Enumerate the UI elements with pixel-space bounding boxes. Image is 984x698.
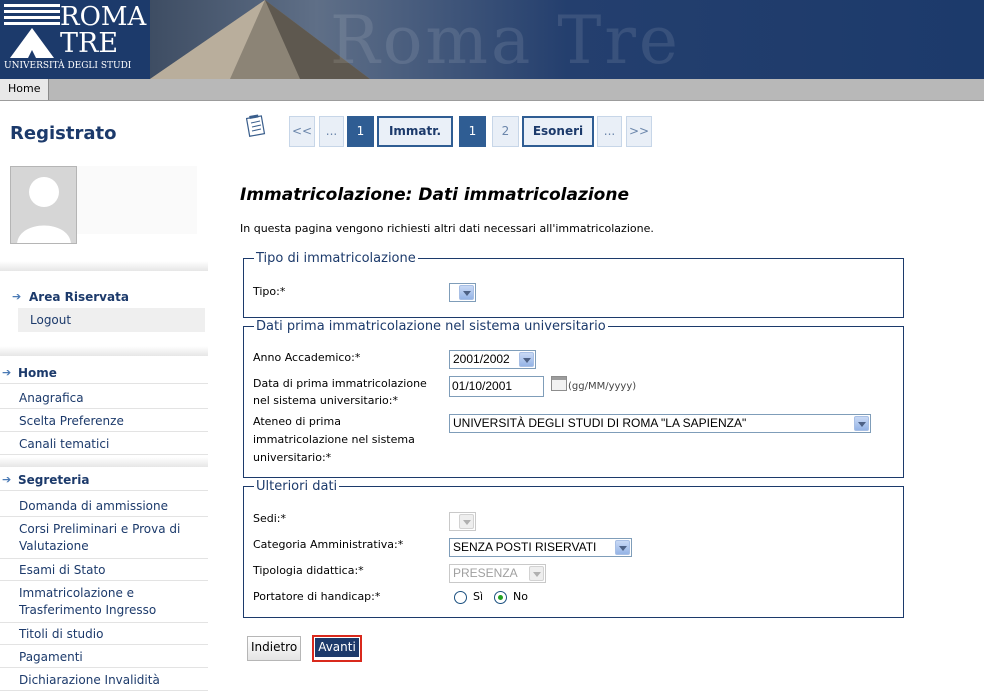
sidebar-item-scelta-preferenze[interactable]: Scelta Preferenze — [0, 410, 208, 432]
university-logo[interactable]: ROMA TRE UNIVERSITÀ DEGLI STUDI — [0, 0, 146, 79]
ateneo-label-line1: Ateneo di prima — [253, 415, 341, 428]
sidebar-item-label: Segreteria — [18, 473, 90, 487]
handicap-si-label: Sì — [473, 590, 484, 603]
chevron-down-icon — [529, 566, 544, 581]
next-button-label: Avanti — [315, 638, 359, 657]
pager-current-page[interactable]: 1 — [459, 116, 486, 147]
ateneo-label-line3: universitario:* — [253, 451, 332, 464]
data-label-line1: Data di prima immatricolazione — [253, 377, 427, 390]
sidebar-item-canali-tematici[interactable]: Canali tematici — [0, 433, 208, 455]
logo-tre: TRE — [60, 28, 119, 59]
chevron-down-icon — [854, 416, 869, 431]
chevron-down-icon — [459, 514, 474, 529]
pager-step-1[interactable]: 1 — [347, 116, 374, 147]
handicap-label: Portatore di handicap:* — [253, 590, 381, 603]
sidebar-item-corsi-preliminari[interactable]: Corsi Preliminari e Prova di Valutazione — [0, 518, 208, 559]
chevron-down-icon — [459, 285, 474, 300]
handicap-si-radio[interactable] — [454, 591, 467, 604]
sidebar-item-segreteria[interactable]: ➔ Segreteria — [0, 469, 208, 491]
page-title: Immatricolazione: Dati immatricolazione — [240, 185, 629, 205]
next-button[interactable]: Avanti — [312, 635, 362, 662]
main-content: << ... 1 Immatr. 1 2 Esoneri ... >> Imma… — [240, 101, 984, 698]
top-nav: Home — [0, 79, 984, 101]
avatar — [10, 166, 77, 244]
sidebar-item-titoli-studio[interactable]: Titoli di studio — [0, 623, 208, 645]
categoria-label: Categoria Amministrativa:* — [253, 538, 404, 551]
arrow-right-icon: ➔ — [2, 473, 12, 486]
notepad-icon — [246, 114, 266, 137]
select-value: UNIVERSITÀ DEGLI STUDI DI ROMA "LA SAPIE… — [453, 416, 747, 430]
calendar-icon[interactable] — [551, 376, 567, 391]
tipo-select[interactable] — [449, 283, 476, 302]
sidebar-item-dichiarazione-invalidita[interactable]: Dichiarazione Invalidità — [0, 669, 208, 691]
select-value: SENZA POSTI RISERVATI — [453, 540, 597, 554]
arrow-right-icon: ➔ — [2, 366, 12, 379]
pager-first[interactable]: << — [289, 116, 315, 147]
sidebar-item-home[interactable]: ➔ Home — [0, 362, 208, 384]
chevron-down-icon — [519, 352, 534, 367]
fieldset-legend: Dati prima immatricolazione nel sistema … — [256, 319, 606, 334]
anno-label: Anno Accademico:* — [253, 351, 361, 364]
page-intro: In questa pagina vengono richiesti altri… — [240, 222, 654, 235]
select-value: PRESENZA — [453, 566, 518, 580]
ateneo-label-line2: immatricolazione nel sistema — [253, 433, 415, 446]
handicap-no-radio[interactable] — [494, 591, 507, 604]
sidebar-item-label: Area Riservata — [29, 290, 129, 304]
pager-ellipsis[interactable]: ... — [597, 116, 622, 147]
sedi-select[interactable] — [449, 512, 476, 531]
fieldset-legend: Ulteriori dati — [256, 479, 338, 494]
sidebar-item-logout[interactable]: Logout — [18, 308, 205, 332]
arrow-right-icon: ➔ — [12, 290, 22, 303]
chevron-down-icon — [615, 540, 630, 555]
sedi-label: Sedi:* — [253, 512, 286, 525]
pager-ellipsis[interactable]: ... — [319, 116, 344, 147]
sidebar-item-label: Home — [18, 366, 57, 380]
pager-esoneri[interactable]: Esoneri — [522, 116, 594, 147]
sidebar-item-pagamenti[interactable]: Pagamenti — [0, 646, 208, 668]
fieldset-legend: Tipo di immatricolazione — [256, 251, 416, 266]
pager-immatr[interactable]: Immatr. — [377, 116, 453, 147]
tipologia-label: Tipologia didattica:* — [253, 564, 364, 577]
sidebar-item-area-riservata[interactable]: ➔ Area Riservata — [0, 286, 208, 308]
date-format-hint: (gg/MM/yyyy) — [568, 381, 637, 392]
sidebar-divider — [0, 346, 208, 356]
anno-accademico-select[interactable]: 2001/2002 — [449, 350, 536, 369]
data-immatricolazione-input[interactable]: 01/10/2001 — [449, 376, 544, 397]
header-watermark: Roma Tre — [330, 2, 681, 79]
sidebar-divider — [0, 261, 208, 271]
sidebar-item-domanda-ammissione[interactable]: Domanda di ammissione — [0, 495, 208, 517]
site-header: Roma Tre ROMA TRE UNIVERSITÀ DEGLI STUDI — [0, 0, 984, 79]
select-value: 2001/2002 — [453, 352, 510, 366]
user-silhouette-icon — [17, 177, 71, 243]
back-button[interactable]: Indietro — [247, 636, 301, 661]
pager-last[interactable]: >> — [626, 116, 652, 147]
data-label-line2: nel sistema universitario:* — [253, 394, 398, 407]
fieldset-tipo: Tipo di immatricolazione — [243, 251, 904, 318]
sidebar-item-anagrafica[interactable]: Anagrafica — [0, 387, 208, 409]
nav-home-link[interactable]: Home — [0, 79, 50, 100]
sidebar-item-esami-stato[interactable]: Esami di Stato — [0, 559, 208, 581]
sidebar-divider — [0, 457, 208, 467]
logo-emblem-icon — [4, 4, 60, 58]
categoria-select[interactable]: SENZA POSTI RISERVATI — [449, 538, 632, 557]
sidebar-title: Registrato — [10, 123, 117, 144]
avatar-panel — [77, 166, 197, 234]
sidebar-item-immatricolazione[interactable]: Immatricolazione e Trasferimento Ingress… — [0, 582, 208, 623]
ateneo-select[interactable]: UNIVERSITÀ DEGLI STUDI DI ROMA "LA SAPIE… — [449, 414, 871, 433]
sidebar: Registrato ➔ Area Riservata Logout ➔ Hom… — [0, 101, 208, 698]
handicap-no-label: No — [513, 590, 528, 603]
tipologia-select[interactable]: PRESENZA — [449, 564, 546, 583]
logo-subtitle: UNIVERSITÀ DEGLI STUDI — [4, 61, 132, 71]
pager-page-2[interactable]: 2 — [492, 116, 519, 147]
tipo-label: Tipo:* — [253, 285, 286, 298]
